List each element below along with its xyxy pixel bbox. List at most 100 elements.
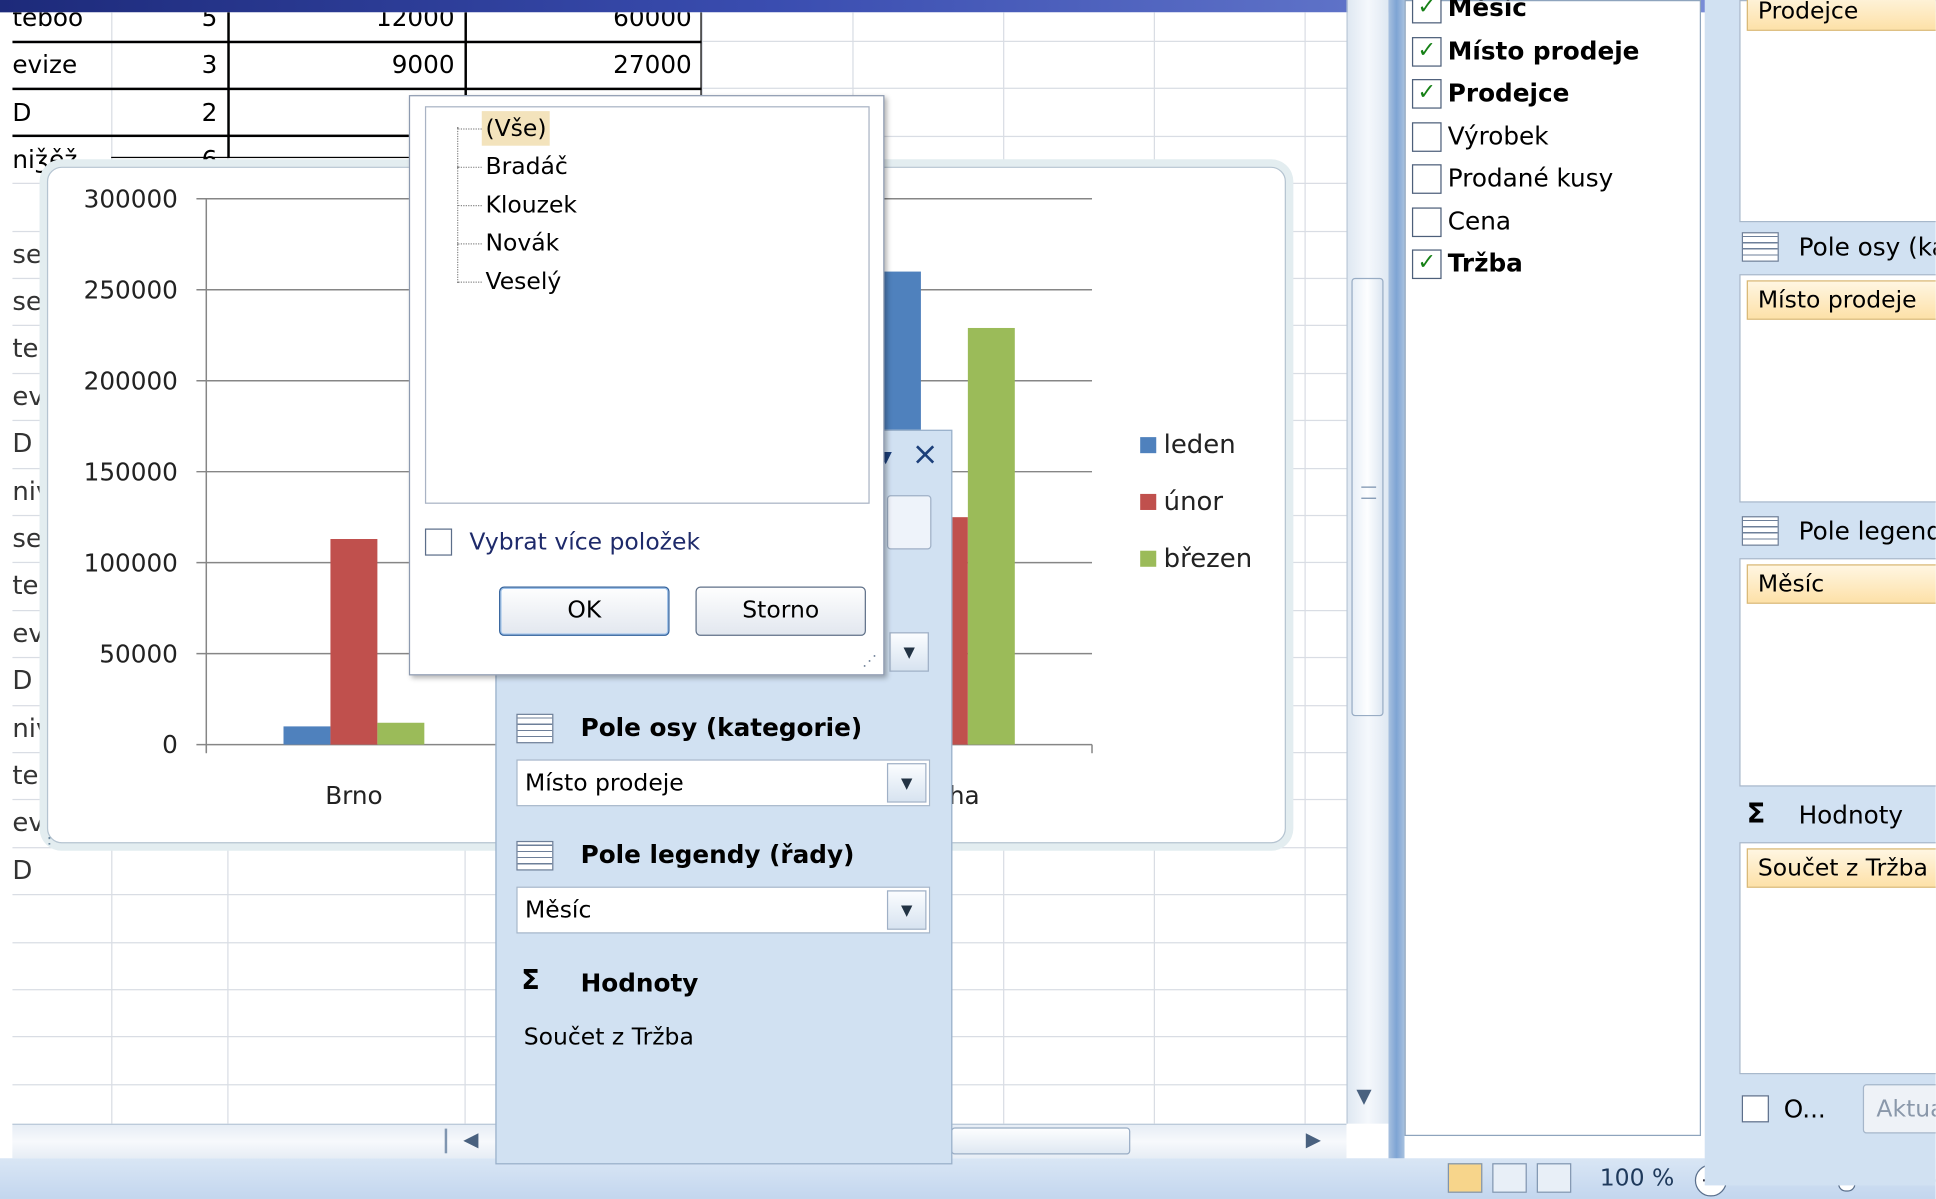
cell-col-a[interactable]: ev [12, 373, 47, 420]
vertical-scrollbar[interactable]: ▼ [1346, 0, 1389, 1124]
filter-item-tree[interactable]: (Vše) Bradáč Klouzek Novák Veselý [424, 106, 870, 504]
cell-col-a[interactable]: ev [12, 799, 47, 846]
field-item[interactable]: Výrobek [1411, 117, 1549, 154]
field-item[interactable]: ✓ Místo prodeje [1411, 31, 1639, 68]
select-multiple-checkbox[interactable] [424, 528, 453, 556]
field-item[interactable]: Cena [1411, 202, 1511, 239]
cell-col-a[interactable]: D [12, 657, 47, 704]
bar-únor-Brno[interactable] [330, 539, 378, 745]
resize-handle-icon[interactable]: ⋮ [1283, 835, 1287, 845]
ok-button[interactable]: OK [499, 586, 670, 636]
checkbox-unchecked-icon[interactable] [1411, 206, 1442, 237]
field-item[interactable]: Prodané kusy [1411, 159, 1613, 196]
cell-col-a[interactable]: se [12, 278, 47, 325]
table-cell[interactable]: D [12, 89, 108, 136]
chevron-down-icon[interactable]: ▼ [886, 890, 927, 930]
legend-label-březen[interactable]: březen [1164, 544, 1253, 574]
filter-tree-item[interactable]: Veselý [482, 264, 565, 299]
checkbox-checked-icon[interactable]: ✓ [1411, 0, 1442, 24]
cell-col-a[interactable]: te [12, 562, 47, 609]
table-cell[interactable]: 5 [114, 12, 223, 40]
checkbox-checked-icon[interactable]: ✓ [1411, 79, 1442, 109]
table-cell[interactable]: 12000 [230, 12, 460, 40]
legend-area-label: Pole legendy [1798, 516, 1936, 546]
values-item[interactable]: Součet z Tržba [524, 1024, 694, 1051]
cell-col-a[interactable]: niv [12, 705, 47, 752]
axis-zone[interactable]: Místo prodeje [1739, 274, 1936, 503]
checkbox-unchecked-icon[interactable] [1411, 121, 1442, 152]
checkbox-checked-icon[interactable]: ✓ [1411, 36, 1442, 67]
report-filter-icon[interactable] [886, 495, 932, 550]
legend-label-únor[interactable]: únor [1164, 487, 1224, 517]
cell-col-a[interactable]: ev [12, 610, 47, 657]
axis-fields-title: Pole osy (kategorie) [580, 712, 863, 743]
resize-handle-icon[interactable]: ⋮ [1283, 168, 1287, 180]
checkbox-unchecked-icon[interactable] [1411, 164, 1442, 194]
axis-field-dropdown[interactable]: Místo prodeje ▼ [516, 759, 931, 807]
scroll-down-icon[interactable]: ▼ [1356, 1084, 1371, 1107]
table-cell[interactable]: 27000 [467, 41, 697, 88]
checkbox-checked-icon[interactable]: ✓ [1411, 249, 1442, 280]
cell-col-a[interactable]: niv [12, 467, 47, 514]
cell-col-a[interactable]: D [12, 847, 47, 894]
tree-connector [457, 166, 482, 168]
hscroll-thumb[interactable] [951, 1127, 1131, 1155]
bar-březen-Brno[interactable] [377, 722, 425, 745]
defer-update-checkbox[interactable] [1741, 1095, 1769, 1123]
pivot-field-list[interactable]: ✓ Měsíc ✓ Místo prodeje ✓ Prodejce Výrobek Prod… [1404, 0, 1702, 1137]
table-cell[interactable]: 9000 [230, 41, 460, 88]
tree-connector [457, 128, 482, 130]
pane-close-icon[interactable]: × [912, 436, 939, 473]
y-tick-label: 50000 [99, 639, 178, 668]
pane-splitter[interactable] [1388, 0, 1405, 1161]
legend-zone[interactable]: Měsíc [1739, 558, 1936, 787]
update-button[interactable]: Aktua [1862, 1084, 1936, 1134]
bar-leden-Brno[interactable] [283, 726, 331, 745]
zoom-level[interactable]: 100 % [1600, 1164, 1675, 1191]
report-filter-dropdown-icon[interactable]: ▼ [889, 632, 929, 672]
legend-fields-title: Pole legendy (řady) [580, 839, 855, 870]
filter-tree-item[interactable]: Klouzek [482, 188, 581, 223]
cell-col-a[interactable]: se [12, 515, 47, 562]
resize-grip-icon[interactable]: ⋰ [862, 652, 877, 669]
scroll-right-icon[interactable]: ▶ [1306, 1127, 1321, 1150]
scroll-left-icon[interactable]: ◀ [463, 1127, 478, 1150]
cancel-button[interactable]: Storno [695, 586, 866, 636]
filter-tree-item[interactable]: (Vše) [481, 111, 551, 146]
table-cell[interactable]: 60000 [467, 12, 697, 40]
zone-item-mesic[interactable]: Měsíc [1746, 564, 1936, 604]
filter-zone[interactable]: Prodejce [1739, 0, 1936, 223]
field-item[interactable]: ✓ Tržba [1411, 244, 1523, 281]
grip-icon [1361, 486, 1377, 499]
page-break-icon[interactable] [1536, 1163, 1572, 1193]
sheet-tab-split[interactable] [444, 1128, 448, 1154]
cell-col-a[interactable]: te [12, 752, 47, 799]
zone-item-prodejce[interactable]: Prodejce [1746, 0, 1936, 31]
normal-view-icon[interactable] [1447, 1163, 1483, 1193]
cell-col-a[interactable]: D [12, 420, 47, 467]
values-zone[interactable]: Součet z Tržba [1739, 842, 1936, 1075]
table-cell[interactable]: teboo [12, 12, 108, 40]
table-cell[interactable]: 3 [114, 41, 223, 88]
field-item[interactable]: ✓ Měsíc [1411, 0, 1527, 26]
filter-popup[interactable]: (Vše) Bradáč Klouzek Novák Veselý Vybrat víc… [408, 95, 885, 676]
resize-handle-icon[interactable]: ⋮ [48, 835, 58, 845]
filter-tree-item[interactable]: Bradáč [482, 149, 572, 184]
page-layout-icon[interactable] [1492, 1163, 1527, 1193]
zone-item-soucet[interactable]: Součet z Tržba [1746, 848, 1936, 888]
cell-col-a[interactable]: se [12, 230, 47, 277]
cell-col-a[interactable]: te [12, 325, 47, 372]
field-item[interactable]: ✓ Prodejce [1411, 74, 1569, 111]
table-cell[interactable]: 2 [114, 89, 223, 136]
bar-březen-Praha[interactable] [967, 327, 1015, 745]
legend-label-leden[interactable]: leden [1164, 430, 1236, 460]
resize-handle-icon[interactable]: ⋮ [1283, 501, 1287, 521]
filter-tree-item[interactable]: Novák [482, 226, 563, 261]
table-cell[interactable]: evize [12, 41, 108, 88]
scrollbar-thumb[interactable] [1351, 277, 1384, 717]
tree-line [457, 127, 459, 281]
sigma-icon: Σ [1746, 798, 1766, 830]
zone-item-misto-prodeje[interactable]: Místo prodeje [1746, 280, 1936, 320]
legend-field-dropdown[interactable]: Měsíc ▼ [516, 886, 931, 934]
chevron-down-icon[interactable]: ▼ [886, 763, 927, 803]
